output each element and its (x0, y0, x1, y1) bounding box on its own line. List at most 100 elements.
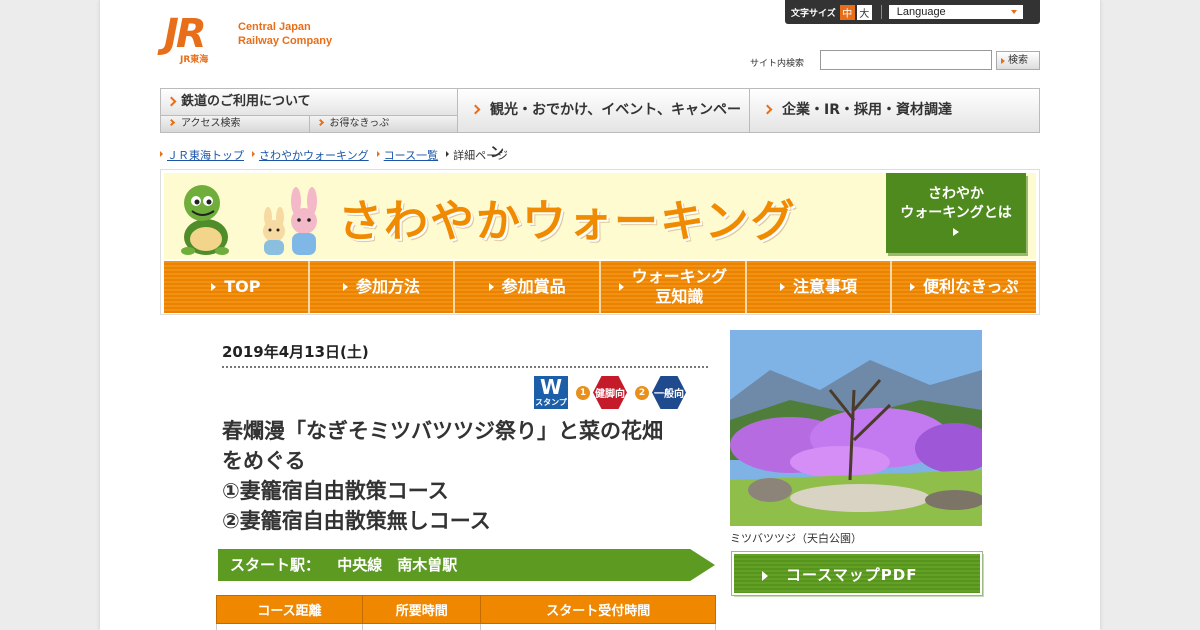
gnav-corporate[interactable]: 企業・IR・採用・資材調達 (750, 89, 1039, 132)
breadcrumb-course-list[interactable]: コース一覧 (376, 147, 438, 163)
level-badge-advanced: 健脚向 (593, 376, 627, 409)
triangle-right-icon (488, 283, 494, 291)
triangle-right-icon (211, 283, 217, 291)
course-title-line: をめぐる (222, 449, 306, 473)
walking-nav-prizes[interactable]: 参加賞品 (453, 261, 600, 313)
walking-banner: さわやかウォーキング さわやか ウォーキングとは TOP 参加方法 参加賞品 ウ… (160, 169, 1040, 315)
turtle-mascot-icon (181, 185, 229, 255)
walking-nav-top[interactable]: TOP (164, 261, 308, 313)
photo-caption: ミツバツツジ（天白公園） (730, 532, 862, 545)
search-button[interactable]: 検索 (996, 51, 1040, 70)
triangle-right-icon (762, 571, 768, 581)
walking-nav-how-to-join[interactable]: 参加方法 (307, 261, 454, 313)
font-size-medium-button[interactable]: 中 (839, 4, 855, 20)
banner-header: さわやかウォーキング さわやか ウォーキングとは (164, 173, 1036, 259)
utility-bar: 文字サイズ 中 大 Language (785, 0, 1040, 24)
course-title-line: ①妻籠宿自由散策コース (222, 479, 449, 503)
gnav-discount-tickets[interactable]: お得なきっぷ (308, 116, 457, 132)
triangle-right-icon (780, 283, 786, 291)
course-title-line: ②妻籠宿自由散策無しコース (222, 509, 491, 533)
azalea-park-photo (730, 330, 982, 526)
walking-nav-label: 参加方法 (356, 277, 421, 296)
walking-nav-label: ウォーキング 豆知識 (632, 267, 728, 307)
gnav-access-search-label: アクセス検索 (181, 118, 241, 129)
banner-title: さわやかウォーキング (338, 196, 797, 247)
page: JR JR東海 Central Japan Railway Company 文字… (100, 0, 1100, 630)
walking-nav-label: 注意事項 (793, 277, 858, 296)
triangle-right-icon (953, 228, 959, 236)
walking-nav-tickets[interactable]: 便利なきっぷ (890, 261, 1037, 313)
chevron-right-icon (470, 104, 481, 115)
logo-jr-tokai: JR東海 (180, 55, 209, 65)
course-info-table: コース距離 所要時間 スタート受付時間 (216, 595, 716, 630)
chevron-right-icon (166, 96, 177, 107)
walking-nav-notes[interactable]: 注意事項 (744, 261, 891, 313)
gnav-tourism[interactable]: 観光・おでかけ、イベント、キャンペーン (458, 89, 750, 161)
breadcrumb-current: 詳細ページ (446, 147, 508, 163)
walking-nav: TOP 参加方法 参加賞品 ウォーキング 豆知識 注意事項 便利なきっぷ (164, 261, 1037, 313)
gnav-rail-usage[interactable]: 鉄道のご利用について (161, 89, 457, 116)
gnav-discount-tickets-label: お得なきっぷ (329, 118, 390, 129)
walking-nav-label-line-1: ウォーキング (631, 267, 728, 286)
jr-logo-mark: JR JR東海 (164, 11, 228, 65)
walking-nav-tips[interactable]: ウォーキング 豆知識 (599, 261, 745, 313)
course-number-1: 1 (576, 385, 590, 400)
table-row (216, 623, 716, 630)
logo-jr-text: JR (164, 11, 207, 57)
font-size-large-button[interactable]: 大 (856, 4, 872, 20)
gnav-corporate-label: 企業・IR・採用・資材調達 (782, 102, 952, 118)
event-date: 2019年4月13日(土) (222, 343, 369, 361)
chevron-right-icon (167, 118, 176, 127)
dotted-divider (222, 366, 710, 368)
start-station-bar: スタート駅： 中央線 南木曽駅 (218, 549, 715, 581)
w-stamp-letter: W (539, 375, 563, 399)
gnav-rail-usage-label: 鉄道のご利用について (181, 94, 311, 109)
walking-nav-label: 参加賞品 (501, 277, 566, 296)
w-stamp-badge: W スタンプ (534, 376, 568, 409)
triangle-right-icon (910, 283, 915, 291)
about-walking-line-2: ウォーキングとは (900, 205, 1012, 221)
gnav-sub-links: アクセス検索 お得なきっぷ (161, 116, 457, 132)
column-header-distance: コース距離 (216, 595, 363, 624)
logo-line-1: Central Japan (238, 21, 311, 33)
chevron-right-icon (762, 104, 773, 115)
language-select-label: Language (896, 6, 946, 18)
triangle-right-icon (343, 283, 348, 291)
walking-nav-label-line-2: 豆知識 (655, 287, 704, 306)
bunny-mascot-pink-icon (291, 187, 317, 255)
course-badges: W スタンプ 1 健脚向 2 一般向 (534, 376, 686, 409)
global-nav: 鉄道のご利用について アクセス検索 お得なきっぷ 観光・おでかけ、イベント、キャ… (160, 88, 1040, 161)
course-map-pdf-label: コースマップPDF (786, 566, 918, 584)
divider (880, 5, 882, 19)
breadcrumb-walking[interactable]: さわやかウォーキング (252, 147, 369, 163)
table-cell (480, 623, 716, 630)
start-station-label: スタート駅： (230, 556, 321, 574)
table-header-row: コース距離 所要時間 スタート受付時間 (216, 595, 716, 624)
breadcrumb: ＪＲ東海トップ さわやかウォーキング コース一覧 詳細ページ (160, 147, 516, 163)
walking-nav-label: 便利なきっぷ (923, 277, 1019, 296)
about-walking-button[interactable]: さわやか ウォーキングとは (886, 173, 1026, 253)
gnav-rail-group: 鉄道のご利用について アクセス検索 お得なきっぷ (161, 89, 458, 132)
column-header-duration: 所要時間 (361, 595, 482, 624)
table-cell (361, 623, 482, 630)
about-walking-line-1: さわやか (928, 186, 984, 202)
breadcrumb-jr-top[interactable]: ＪＲ東海トップ (160, 147, 244, 163)
font-size-label: 文字サイズ (791, 8, 836, 19)
course-title-line: 春爛漫「なぎそミツバツツジ祭り」と菜の花畑 (222, 419, 663, 443)
search-label: サイト内検索 (750, 59, 805, 69)
logo-line-2: Railway Company (238, 35, 333, 47)
course-title: 春爛漫「なぎそミツバツツジ祭り」と菜の花畑 をめぐる ①妻籠宿自由散策コース ②… (222, 416, 722, 536)
gnav-tourism-label: 観光・おでかけ、イベント、キャンペーン (490, 102, 742, 161)
language-select[interactable]: Language (888, 5, 1023, 19)
chevron-right-icon (316, 118, 324, 127)
gnav-access-search[interactable]: アクセス検索 (161, 116, 309, 132)
jr-central-logo[interactable]: JR JR東海 Central Japan Railway Company (164, 11, 332, 65)
chevron-down-icon (1010, 10, 1017, 14)
course-number-2: 2 (635, 385, 649, 400)
site-search-input[interactable] (820, 50, 992, 70)
logo-company-name: Central Japan Railway Company (238, 20, 332, 48)
column-header-start-time: スタート受付時間 (480, 595, 716, 624)
course-map-pdf-button[interactable]: コースマップPDF (731, 551, 983, 596)
w-stamp-label: スタンプ (535, 398, 567, 407)
level-badge-general: 一般向 (652, 376, 686, 409)
